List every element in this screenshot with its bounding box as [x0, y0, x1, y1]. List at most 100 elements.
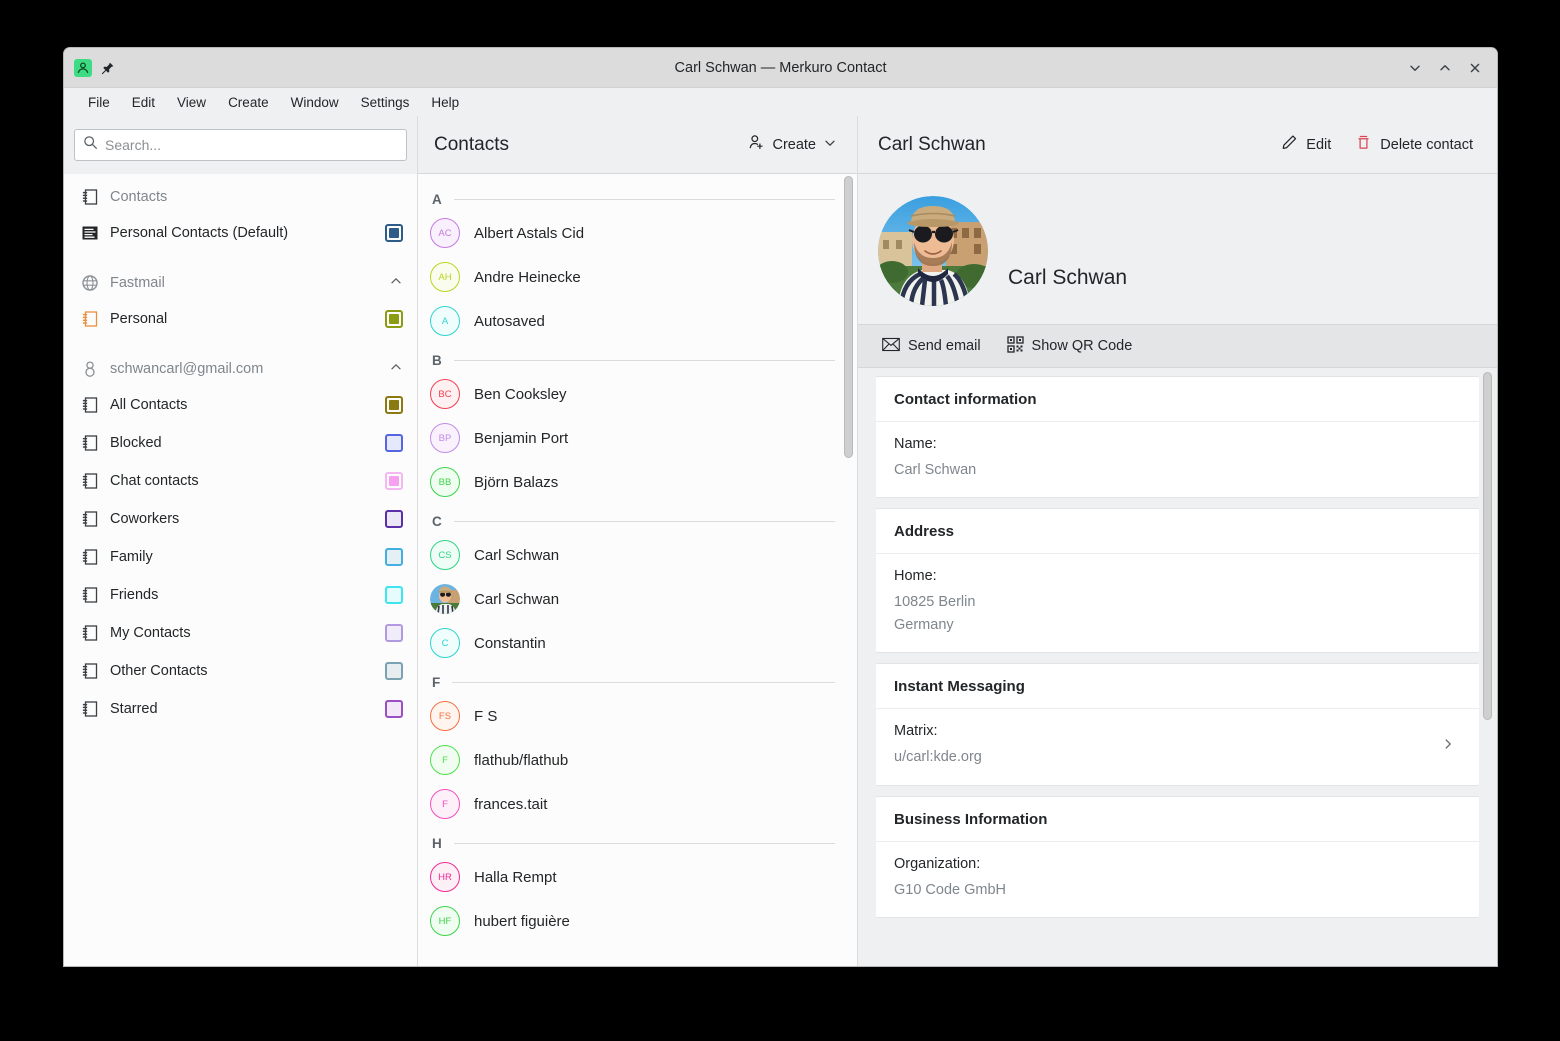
list-item[interactable]: BPBenjamin Port — [418, 416, 857, 460]
detail-sections: Contact informationName:Carl SchwanAddre… — [858, 376, 1497, 918]
detail-field-value: G10 Code GmbH — [894, 879, 1461, 901]
menu-settings[interactable]: Settings — [351, 91, 420, 114]
sidebar-section-header[interactable]: Fastmail — [64, 266, 417, 300]
search-input[interactable] — [105, 137, 398, 153]
list-item[interactable]: BCBen Cooksley — [418, 372, 857, 416]
titlebar: Carl Schwan — Merkuro Contact — [64, 48, 1497, 88]
detail-field[interactable]: Matrix:u/carl:kde.org — [876, 709, 1479, 784]
sidebar-item-blocked[interactable]: Blocked — [64, 424, 417, 462]
sidebar-item-chat-contacts[interactable]: Chat contacts — [64, 462, 417, 500]
list-item[interactable]: Carl Schwan — [418, 577, 857, 621]
contact-name: hubert figuière — [474, 913, 570, 930]
menu-file[interactable]: File — [78, 91, 120, 114]
avatar-initials: AC — [438, 228, 451, 239]
sidebar-item-all-contacts[interactable]: All Contacts — [64, 386, 417, 424]
list-item[interactable]: AHAndre Heinecke — [418, 255, 857, 299]
menu-edit[interactable]: Edit — [122, 91, 165, 114]
sidebar-item-starred[interactable]: Starred — [64, 690, 417, 728]
address-book-color-checkbox[interactable] — [385, 396, 403, 414]
pencil-icon — [1281, 134, 1298, 155]
address-book-color-checkbox[interactable] — [385, 586, 403, 604]
detail-section-heading: Instant Messaging — [876, 664, 1479, 709]
contacts-app-icon[interactable] — [74, 59, 92, 77]
search-field-wrapper[interactable] — [74, 129, 407, 161]
address-book-icon — [80, 547, 100, 567]
sidebar-item-personal-contacts-default[interactable]: Personal Contacts (Default) — [64, 214, 417, 252]
detail-section-heading: Address — [876, 509, 1479, 554]
edit-button-label: Edit — [1306, 137, 1331, 153]
sidebar-item-label: All Contacts — [110, 397, 375, 413]
address-book-color-checkbox[interactable] — [385, 472, 403, 490]
close-button[interactable] — [1461, 55, 1489, 81]
sidebar-item-my-contacts[interactable]: My Contacts — [64, 614, 417, 652]
address-book-color-checkbox[interactable] — [385, 624, 403, 642]
sidebar-item-label: Starred — [110, 701, 375, 717]
menu-window[interactable]: Window — [281, 91, 349, 114]
menu-create[interactable]: Create — [218, 91, 279, 114]
chevron-up-icon[interactable] — [389, 360, 403, 378]
maximize-button[interactable] — [1431, 55, 1459, 81]
delete-contact-button[interactable]: Delete contact — [1345, 129, 1483, 160]
contact-group-letter: A — [432, 192, 442, 207]
sidebar-item-other-contacts[interactable]: Other Contacts — [64, 652, 417, 690]
chevron-right-icon[interactable] — [1441, 737, 1461, 756]
search-icon — [83, 135, 98, 155]
list-item[interactable]: FSF S — [418, 694, 857, 738]
minimize-button[interactable] — [1401, 55, 1429, 81]
contact-name: Albert Astals Cid — [474, 225, 584, 242]
divider — [454, 521, 835, 522]
page-title: Contacts — [434, 134, 509, 156]
edit-button[interactable]: Edit — [1271, 129, 1341, 160]
address-book-color-checkbox[interactable] — [385, 548, 403, 566]
create-contact-button[interactable]: Create — [740, 129, 845, 160]
menu-view[interactable]: View — [167, 91, 216, 114]
detail-header-actions: Edit Delete contact — [1271, 129, 1483, 160]
detail-field-value: Carl Schwan — [894, 459, 1461, 481]
detail-section-heading: Contact information — [876, 377, 1479, 422]
list-item[interactable]: CSCarl Schwan — [418, 533, 857, 577]
contact-group-header: F — [418, 665, 857, 694]
contact-name: Benjamin Port — [474, 430, 568, 447]
menu-help[interactable]: Help — [421, 91, 469, 114]
avatar-initials: A — [442, 316, 448, 327]
avatar-initials: F — [442, 799, 448, 810]
sidebar-item-personal[interactable]: Personal — [64, 300, 417, 338]
detail-field-column: Matrix:u/carl:kde.org — [894, 723, 1441, 768]
sidebar-item-family[interactable]: Family — [64, 538, 417, 576]
envelope-icon — [882, 337, 900, 356]
contact-group-header: B — [418, 343, 857, 372]
detail-scroll-area[interactable]: Contact informationName:Carl SchwanAddre… — [858, 368, 1497, 966]
detail-scrollbar[interactable] — [1483, 372, 1492, 720]
chevron-up-icon[interactable] — [389, 274, 403, 292]
pin-icon[interactable] — [100, 60, 116, 76]
list-item[interactable]: AAutosaved — [418, 299, 857, 343]
address-book-icon — [80, 471, 100, 491]
list-item[interactable]: HRHalla Rempt — [418, 855, 857, 899]
address-book-color-checkbox[interactable] — [385, 662, 403, 680]
sidebar-section-header[interactable]: schwancarl@gmail.com — [64, 352, 417, 386]
sidebar-item-label: Personal Contacts (Default) — [110, 225, 375, 241]
show-qr-code-button[interactable]: Show QR Code — [997, 331, 1143, 362]
list-item[interactable]: Ffrances.tait — [418, 782, 857, 826]
address-book-color-checkbox[interactable] — [385, 510, 403, 528]
contact-list-scroll-area[interactable]: A AC Albert Astals Cid AHAndre HeineckeAAut… — [418, 174, 857, 966]
avatar-initials: FS — [439, 711, 451, 722]
address-book-color-checkbox[interactable] — [385, 310, 403, 328]
address-book-color-checkbox[interactable] — [385, 224, 403, 242]
detail-section-heading: Business Information — [876, 797, 1479, 842]
contact-list-header: Contacts Create — [418, 116, 857, 174]
list-item[interactable]: CConstantin — [418, 621, 857, 665]
list-item[interactable]: Fflathub/flathub — [418, 738, 857, 782]
sidebar-item-friends[interactable]: Friends — [64, 576, 417, 614]
sidebar-scroll-area[interactable]: Contacts Personal Contacts (Default) Fas… — [64, 174, 417, 966]
address-book-color-checkbox[interactable] — [385, 434, 403, 452]
list-item[interactable]: AC Albert Astals Cid — [418, 211, 857, 255]
list-item[interactable]: HFhubert figuière — [418, 899, 857, 943]
detail-field-value: u/carl:kde.org — [894, 746, 1441, 768]
address-book-color-checkbox[interactable] — [385, 700, 403, 718]
list-item[interactable]: BBBjörn Balazs — [418, 460, 857, 504]
contact-list-scrollbar[interactable] — [844, 176, 853, 458]
send-email-button[interactable]: Send email — [872, 332, 991, 361]
sidebar-item-coworkers[interactable]: Coworkers — [64, 500, 417, 538]
window-controls — [1401, 55, 1497, 81]
